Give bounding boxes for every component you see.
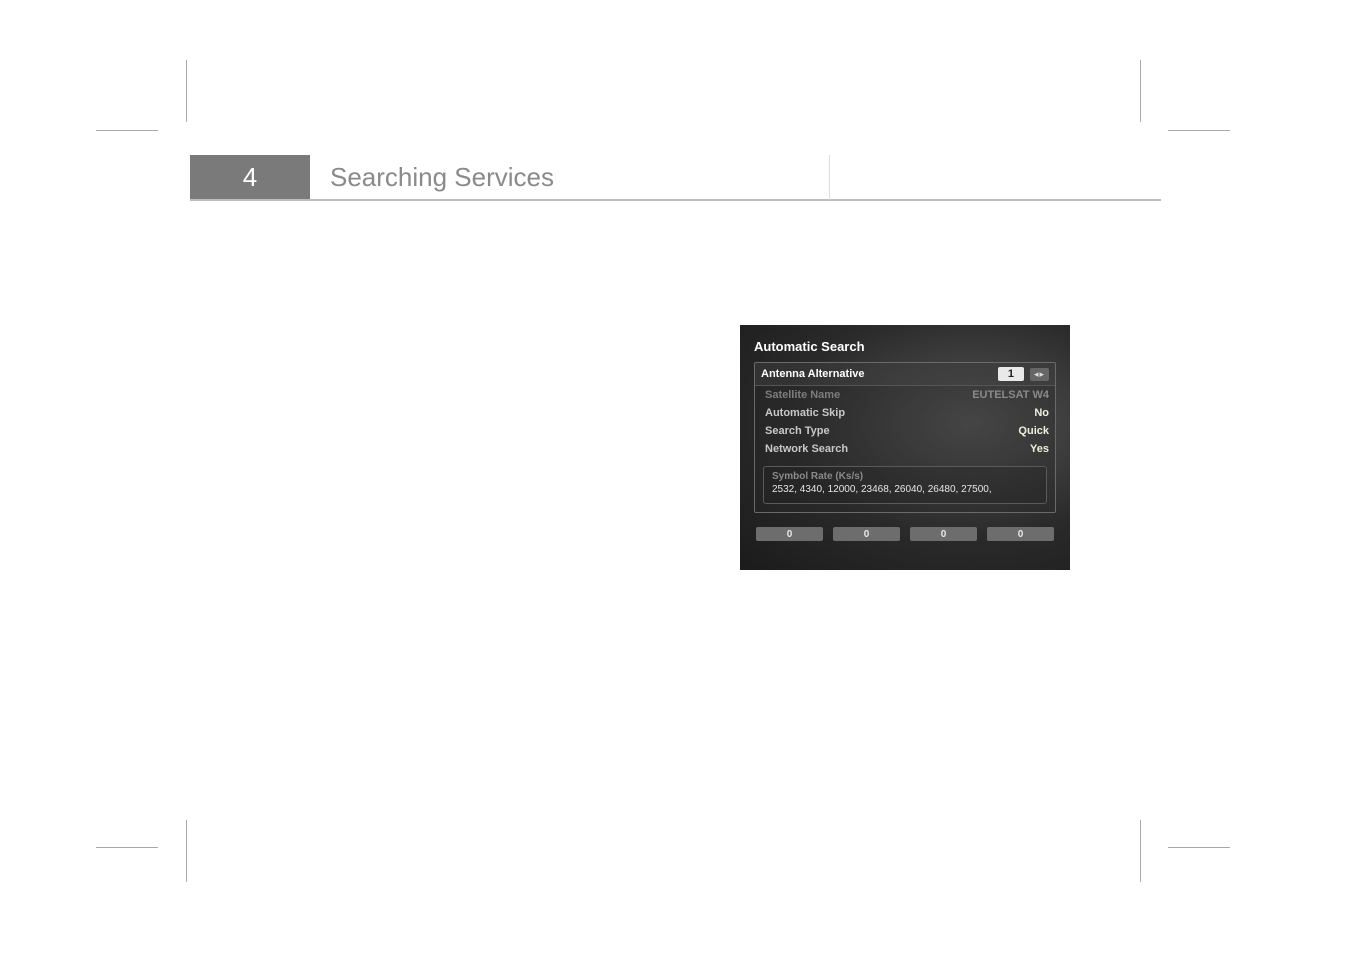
- row-label: Automatic Skip: [765, 407, 845, 419]
- crop-mark: [186, 820, 187, 882]
- header-rule: [830, 155, 1161, 201]
- row-label: Search Type: [765, 425, 830, 437]
- row-value: No: [1034, 407, 1049, 419]
- crop-mark: [186, 60, 187, 122]
- crop-mark: [1168, 130, 1230, 131]
- osd-screenshot: Automatic Search Antenna Alternative 1 ◂…: [740, 325, 1070, 570]
- row-value: EUTELSAT W4: [972, 389, 1049, 401]
- row-value: Yes: [1030, 443, 1049, 455]
- row-label: Antenna Alternative: [761, 368, 865, 380]
- row-satellite-name: Satellite Name EUTELSAT W4: [755, 386, 1055, 404]
- row-network-search[interactable]: Network Search Yes: [755, 440, 1055, 458]
- status-pill: 0: [756, 527, 823, 541]
- row-automatic-skip[interactable]: Automatic Skip No: [755, 404, 1055, 422]
- row-value: 1: [998, 367, 1024, 381]
- chapter-number: 4: [190, 155, 310, 201]
- crop-mark: [96, 847, 158, 848]
- status-row: 0 0 0 0: [754, 527, 1056, 541]
- crop-mark: [96, 130, 158, 131]
- page-header: 4 Searching Services: [190, 155, 1161, 201]
- status-pill: 0: [833, 527, 900, 541]
- row-value: Quick: [1018, 425, 1049, 437]
- row-label: Network Search: [765, 443, 848, 455]
- status-pill: 0: [910, 527, 977, 541]
- symbol-rate-value: 2532, 4340, 12000, 23468, 26040, 26480, …: [772, 484, 1038, 495]
- row-label: Satellite Name: [765, 389, 840, 401]
- symbol-rate-title: Symbol Rate (Ks/s): [772, 471, 1038, 482]
- left-right-arrows-icon[interactable]: ◂▸: [1030, 368, 1049, 381]
- crop-mark: [1140, 820, 1141, 882]
- symbol-rate-panel: Symbol Rate (Ks/s) 2532, 4340, 12000, 23…: [763, 466, 1047, 504]
- row-search-type[interactable]: Search Type Quick: [755, 422, 1055, 440]
- chapter-title: Searching Services: [310, 155, 830, 201]
- crop-mark: [1168, 847, 1230, 848]
- row-antenna-alternative[interactable]: Antenna Alternative 1 ◂▸: [755, 363, 1055, 386]
- osd-panel: Antenna Alternative 1 ◂▸ Satellite Name …: [754, 362, 1056, 513]
- crop-mark: [1140, 60, 1141, 122]
- status-pill: 0: [987, 527, 1054, 541]
- osd-title: Automatic Search: [754, 339, 1056, 354]
